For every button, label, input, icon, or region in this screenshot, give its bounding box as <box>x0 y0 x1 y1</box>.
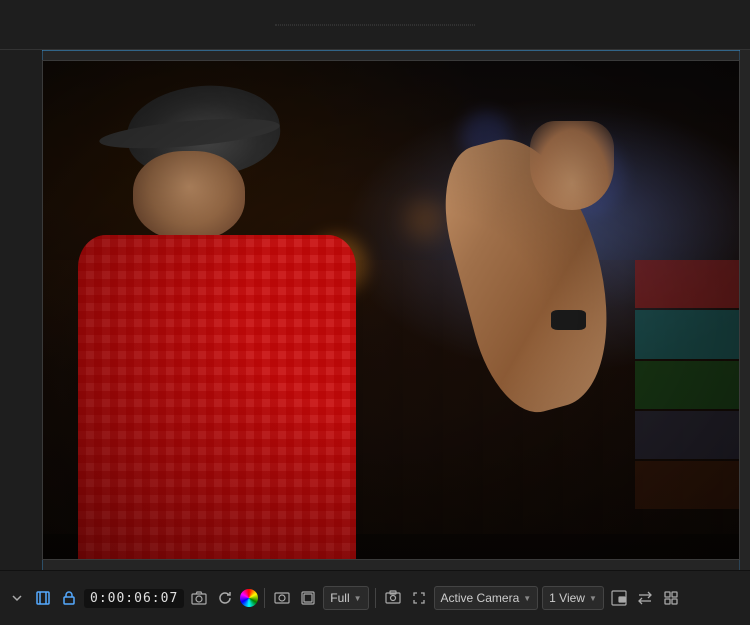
snapshot-icon[interactable] <box>271 587 293 609</box>
separator-1 <box>264 588 265 608</box>
expand-frame-icon[interactable] <box>297 587 319 609</box>
separator-2 <box>375 588 376 608</box>
top-bar-divider <box>275 24 475 25</box>
fit-view-button[interactable] <box>32 587 54 609</box>
view-layout-dropdown[interactable]: 1 View ▼ <box>542 586 604 610</box>
camera-snapshot-icon[interactable] <box>382 587 404 609</box>
viewport[interactable] <box>42 60 740 560</box>
active-camera-dropdown[interactable]: Active Camera ▼ <box>434 586 539 610</box>
collapse-button[interactable] <box>6 587 28 609</box>
viewport-render <box>43 61 739 559</box>
fullscreen-icon[interactable] <box>408 587 430 609</box>
sync-button[interactable] <box>214 587 236 609</box>
top-bar <box>0 0 750 50</box>
main-viewport-area <box>0 50 750 570</box>
bottom-bar: 0:00:06:07 Full ▼ <box>0 570 750 625</box>
view-layout-label: 1 View <box>549 591 585 605</box>
resolution-label: Full <box>330 591 349 605</box>
timecode-display[interactable]: 0:00:06:07 <box>84 589 184 608</box>
left-panel <box>0 50 42 570</box>
view-layout-dropdown-arrow: ▼ <box>589 594 597 603</box>
sync-arrows-icon[interactable] <box>634 587 656 609</box>
vignette <box>43 61 739 559</box>
camera-icon[interactable] <box>188 587 210 609</box>
resolution-dropdown[interactable]: Full ▼ <box>323 586 368 610</box>
lock-button[interactable] <box>58 587 80 609</box>
resolution-dropdown-arrow: ▼ <box>354 594 362 603</box>
active-camera-label: Active Camera <box>441 591 520 605</box>
extra-icon[interactable] <box>660 587 682 609</box>
pip-icon[interactable] <box>608 587 630 609</box>
camera-dropdown-arrow: ▼ <box>523 594 531 603</box>
color-picker-icon[interactable] <box>240 589 258 607</box>
viewport-border-top <box>42 50 740 51</box>
